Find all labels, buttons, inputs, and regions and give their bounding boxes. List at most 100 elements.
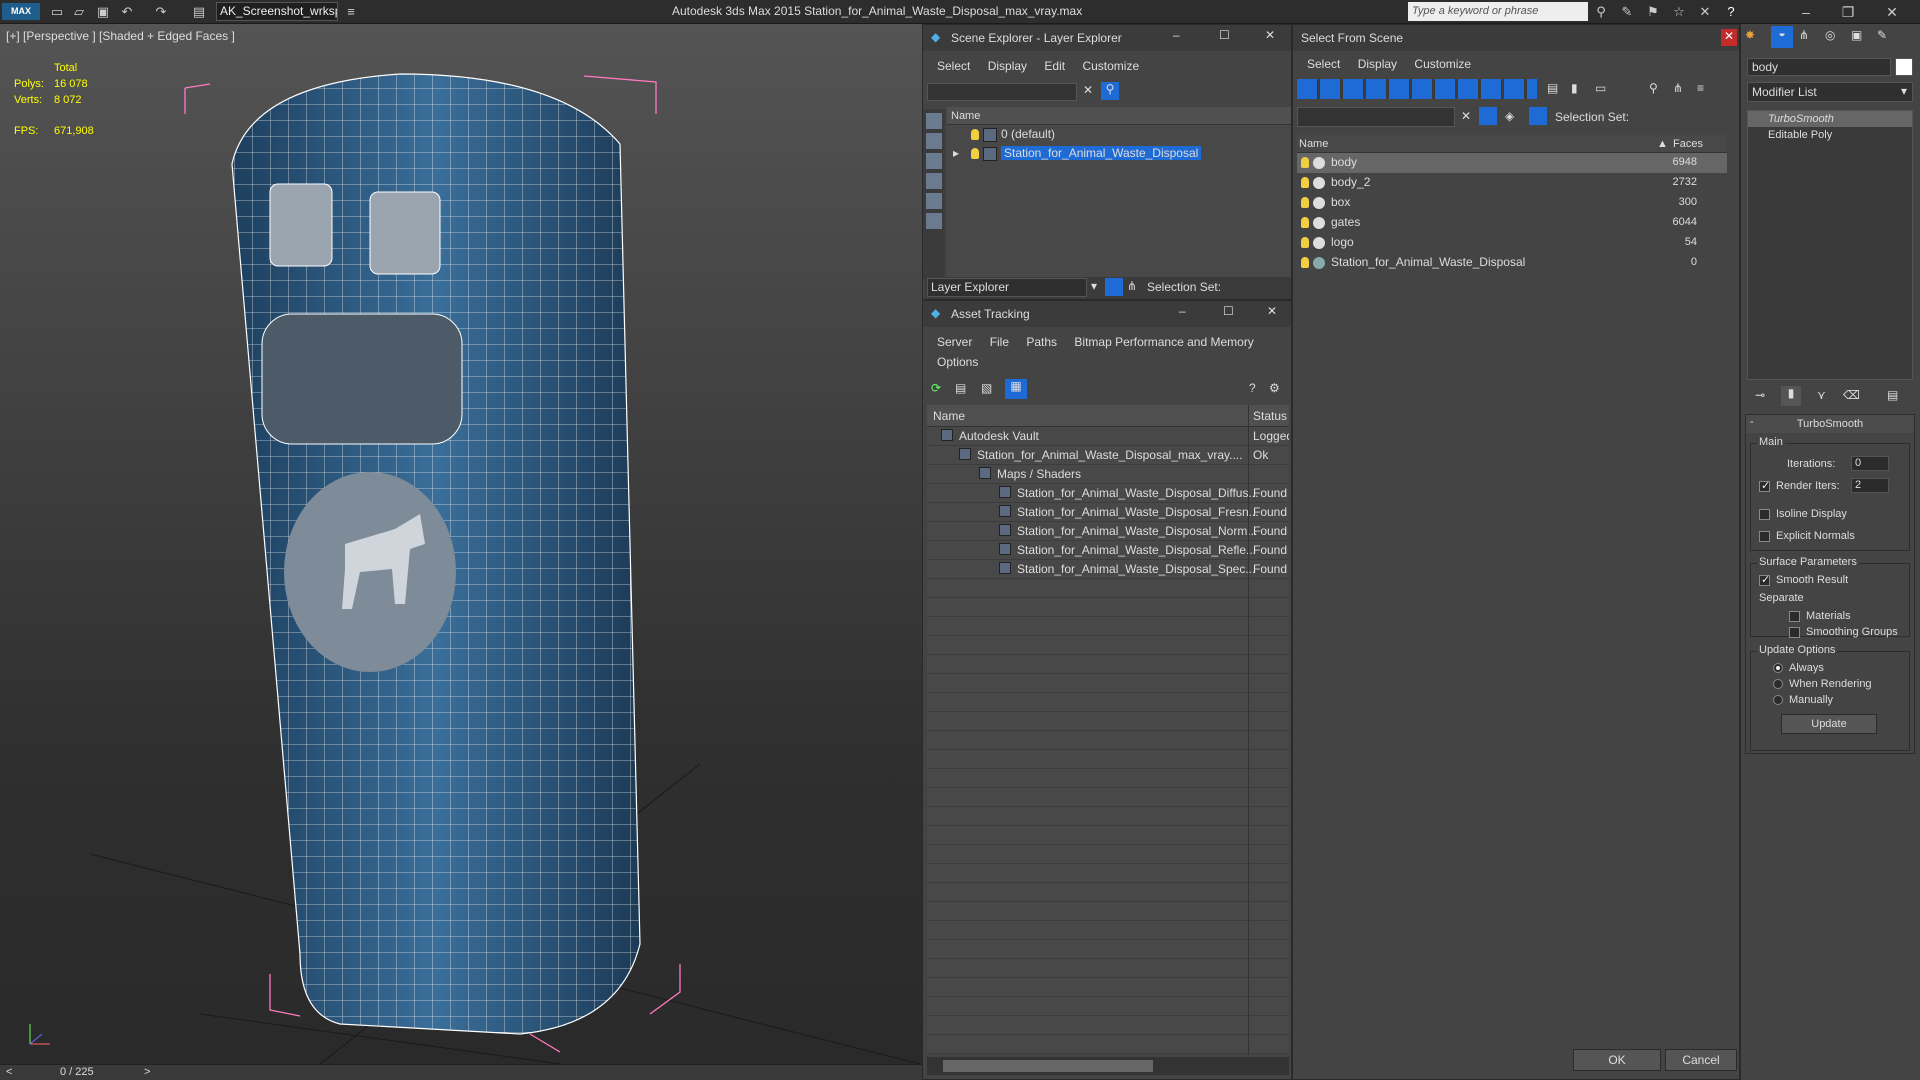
list-icon[interactable]: ▤ <box>1547 81 1558 95</box>
asset-row[interactable]: Maps / Shaders <box>927 465 1289 484</box>
asset-minimize-icon[interactable]: – <box>1179 304 1186 318</box>
layer-row[interactable]: 0 (default) <box>947 125 1291 144</box>
sfs-filter-icon[interactable]: ⚲ <box>1649 81 1658 95</box>
project-folder-icon[interactable]: ▤ <box>190 3 208 20</box>
next-frame-button[interactable]: > <box>144 1066 150 1078</box>
rollout-title[interactable]: TurboSmooth <box>1746 415 1914 433</box>
new-file-icon[interactable]: ▭ <box>48 3 66 20</box>
hierarchy-tab-icon[interactable]: ⋔ <box>1799 28 1809 42</box>
open-file-icon[interactable]: ▱ <box>70 3 88 20</box>
object-name-field[interactable]: body <box>1747 58 1891 76</box>
filter-icon[interactable]: ⚲ <box>1101 82 1119 100</box>
display-geometry-icon[interactable] <box>926 173 942 189</box>
select-from-scene-close-icon[interactable]: ✕ <box>1721 29 1737 46</box>
layer-mode-icon[interactable] <box>1105 278 1123 296</box>
save-icon[interactable]: ▣ <box>94 3 112 20</box>
sfs-hierarchy-icon[interactable] <box>1529 107 1547 125</box>
asset-row[interactable]: Station_for_Animal_Waste_Disposal_Fresn.… <box>927 503 1289 522</box>
sfs-layers-icon[interactable]: ◈ <box>1505 109 1514 123</box>
display-all-icon[interactable] <box>926 133 942 149</box>
object-row[interactable]: gates 6044 <box>1297 213 1727 233</box>
modifier-list-dropdown[interactable]: Modifier List <box>1747 82 1913 102</box>
refresh-icon[interactable]: ⟳ <box>931 381 941 395</box>
manually-radio[interactable] <box>1773 695 1783 706</box>
menu-file[interactable]: File <box>990 331 1009 353</box>
show-end-result-icon[interactable]: ▮ <box>1781 386 1801 406</box>
close-icon[interactable]: ✕ <box>1872 2 1912 22</box>
scene-explorer-close-icon[interactable]: ✕ <box>1265 28 1275 42</box>
expand-arrow-icon[interactable]: ▸ <box>953 144 971 163</box>
perspective-viewport[interactable]: [+] [Perspective ] [Shaded + Edged Faces… <box>0 24 922 1064</box>
object-color-swatch[interactable] <box>1895 58 1913 76</box>
lightbulb-icon[interactable] <box>1301 257 1309 269</box>
asset-row[interactable]: Station_for_Animal_Waste_Disposal_Norm..… <box>927 522 1289 541</box>
prev-frame-button[interactable]: < <box>6 1066 12 1078</box>
object-type-filters[interactable] <box>1297 79 1537 99</box>
rollout-collapse-icon[interactable]: - <box>1750 416 1754 428</box>
object-row[interactable]: logo 54 <box>1297 233 1727 253</box>
asset-row[interactable]: Autodesk Vault Logged <box>927 427 1289 446</box>
sfs-col-name[interactable]: Name <box>1299 135 1328 153</box>
redo-icon[interactable]: ↷ <box>152 3 170 20</box>
when-rendering-radio[interactable] <box>1773 679 1783 690</box>
make-unique-icon[interactable]: ⋎ <box>1817 388 1826 402</box>
asset-close-icon[interactable]: ✕ <box>1267 304 1277 318</box>
scene-explorer-minimize-icon[interactable]: – <box>1173 28 1180 42</box>
scrollbar-thumb[interactable] <box>943 1060 1153 1072</box>
workspace-menu-icon[interactable]: ≡ <box>342 3 360 20</box>
sfs-find-icon[interactable] <box>1479 107 1497 125</box>
display-tab-icon[interactable]: ▣ <box>1851 28 1862 42</box>
sfs-menu-display[interactable]: Display <box>1358 53 1397 75</box>
object-row[interactable]: box 300 <box>1297 193 1727 213</box>
thumbnail-view-icon[interactable]: ▧ <box>981 381 992 395</box>
workspace-dropdown[interactable]: AK_Screenshot_wrksp <box>216 2 338 21</box>
object-row[interactable]: Station_for_Animal_Waste_Disposal 0 <box>1297 253 1727 273</box>
time-slider[interactable]: < 0 / 225 > <box>0 1064 922 1080</box>
help-icon[interactable]: ? <box>1722 3 1740 20</box>
asset-col-name[interactable]: Name <box>933 405 965 427</box>
display-invert-icon[interactable] <box>926 153 942 169</box>
explicit-normals-checkbox[interactable] <box>1759 530 1770 542</box>
sfs-clear-icon[interactable]: ✕ <box>1461 109 1471 123</box>
configure-sets-icon[interactable]: ▤ <box>1887 388 1898 402</box>
list-view-icon[interactable]: ▤ <box>955 381 966 395</box>
asset-horizontal-scrollbar[interactable] <box>927 1057 1289 1075</box>
hierarchy-filter-icon[interactable]: ⋔ <box>1673 81 1683 95</box>
lightbulb-icon[interactable] <box>971 129 979 141</box>
asset-row[interactable]: Station_for_Animal_Waste_Disposal_Diffus… <box>927 484 1289 503</box>
menu-display[interactable]: Display <box>988 55 1027 77</box>
dropdown-arrow-icon[interactable]: ▾ <box>1091 279 1097 293</box>
asset-col-status[interactable]: Status <box>1253 405 1287 427</box>
stack-item-editable-poly[interactable]: Editable Poly <box>1748 127 1912 143</box>
layer-row[interactable]: ▸ Station_for_Animal_Waste_Disposal <box>947 144 1291 163</box>
smoothing-groups-checkbox[interactable] <box>1789 626 1800 638</box>
lightbulb-icon[interactable] <box>1301 157 1309 169</box>
menu-paths[interactable]: Paths <box>1026 331 1057 353</box>
pin-stack-icon[interactable]: ⊸ <box>1755 388 1765 402</box>
iterations-spinner[interactable]: 0 <box>1851 456 1889 471</box>
restore-icon[interactable]: ❐ <box>1828 2 1868 22</box>
sort-arrow-icon[interactable]: ▲ <box>1657 135 1668 153</box>
object-row[interactable]: body_2 2732 <box>1297 173 1727 193</box>
modify-tab-icon[interactable]: ◒ <box>1771 26 1793 48</box>
update-button[interactable]: Update <box>1781 714 1877 734</box>
lightbulb-icon[interactable] <box>971 148 979 160</box>
sfs-menu-customize[interactable]: Customize <box>1414 53 1471 75</box>
sfs-menu-select[interactable]: Select <box>1307 53 1340 75</box>
object-row[interactable]: body 6948 <box>1297 153 1727 173</box>
lightbulb-icon[interactable] <box>1301 217 1309 229</box>
table-view-icon[interactable]: ▦ <box>1005 379 1027 399</box>
render-iters-checkbox[interactable] <box>1759 479 1770 492</box>
clear-search-icon[interactable]: ✕ <box>1083 83 1093 97</box>
modifier-dropdown-arrow-icon[interactable]: ▾ <box>1901 84 1907 98</box>
display-none-icon[interactable] <box>926 113 942 129</box>
menu-options[interactable]: Options <box>937 351 978 373</box>
scene-explorer-maximize-icon[interactable]: ☐ <box>1219 28 1230 42</box>
menu-customize[interactable]: Customize <box>1082 55 1139 77</box>
menu-edit[interactable]: Edit <box>1044 55 1065 77</box>
stack-item-turbosmooth[interactable]: TurboSmooth <box>1748 111 1912 127</box>
collapse-icon[interactable]: ≡ <box>1697 81 1704 95</box>
lightbulb-icon[interactable] <box>1301 237 1309 249</box>
select-all-icon[interactable]: ▮ <box>1571 81 1578 95</box>
sfs-col-faces[interactable]: Faces <box>1673 135 1703 153</box>
